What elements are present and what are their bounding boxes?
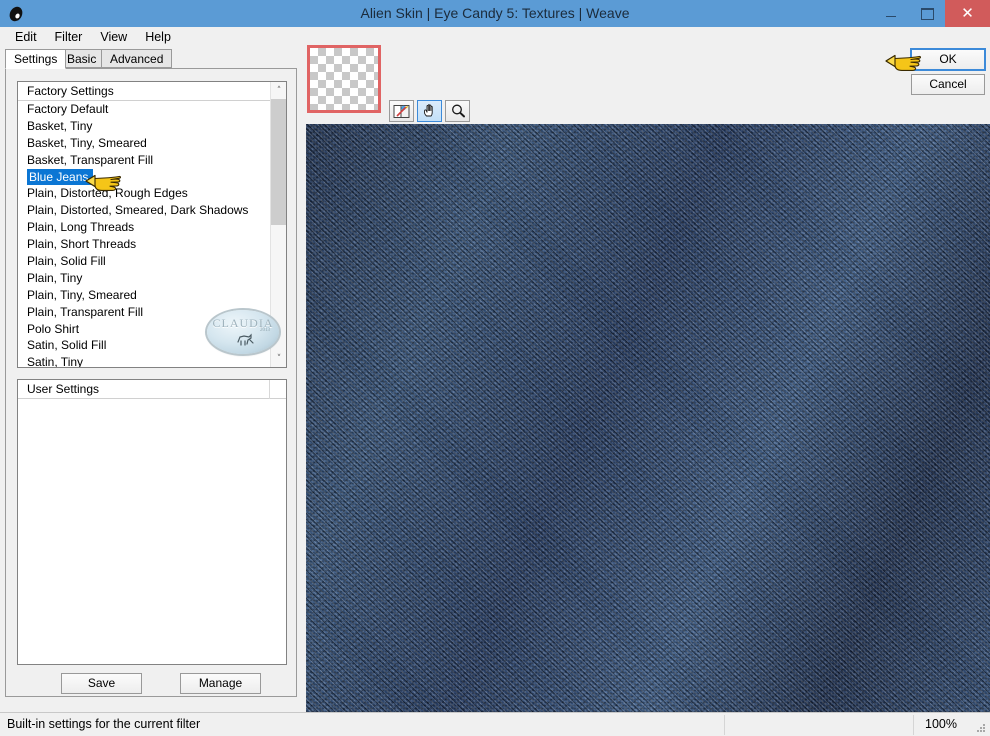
source-thumbnail[interactable] xyxy=(307,45,381,113)
hand-pan-tool-button[interactable] xyxy=(417,100,442,122)
user-settings-box[interactable]: User Settings xyxy=(17,379,287,665)
list-item[interactable]: Plain, Long Threads xyxy=(18,219,270,236)
texture-preview-canvas[interactable] xyxy=(306,124,990,712)
menu-bar: Edit Filter View Help xyxy=(0,27,990,47)
minimize-icon xyxy=(886,16,896,17)
list-item-selected-row[interactable]: Blue Jeans xyxy=(18,168,270,186)
cancel-button[interactable]: Cancel xyxy=(911,74,985,95)
maximize-icon xyxy=(920,7,934,20)
settings-action-buttons: Save Manage xyxy=(17,673,287,695)
claudia-watermark-subtext: 2013 xyxy=(260,328,270,333)
claudia-watermark: CLAUDIA 2013 xyxy=(207,310,279,354)
resize-grip-icon[interactable] xyxy=(977,724,987,734)
denim-noise-overlay xyxy=(306,124,990,712)
status-message: Built-in settings for the current filter xyxy=(7,717,201,731)
user-settings-divider xyxy=(269,380,270,399)
window-controls: ✕ xyxy=(873,0,990,27)
eye-candy-weave-window: Alien Skin | Eye Candy 5: Textures | Wea… xyxy=(0,0,990,736)
tab-strip: Settings Basic Advanced xyxy=(5,49,295,69)
save-button[interactable]: Save xyxy=(61,673,142,694)
status-separator-1 xyxy=(724,715,725,735)
scroll-up-icon[interactable]: ˄ xyxy=(271,82,286,99)
window-title: Alien Skin | Eye Candy 5: Textures | Wea… xyxy=(360,5,630,21)
zoom-level-label: 100% xyxy=(925,717,957,731)
factory-settings-header: Factory Settings xyxy=(18,82,286,101)
close-icon: ✕ xyxy=(961,4,974,22)
list-item[interactable]: Factory Default xyxy=(18,101,270,118)
list-item[interactable]: Plain, Distorted, Rough Edges xyxy=(18,185,270,202)
scrollbar-thumb[interactable] xyxy=(271,99,286,225)
preview-toolbar xyxy=(389,100,470,122)
list-item[interactable]: Basket, Tiny xyxy=(18,118,270,135)
menu-edit[interactable]: Edit xyxy=(6,28,46,46)
tab-advanced[interactable]: Advanced xyxy=(101,49,173,68)
status-bar: Built-in settings for the current filter… xyxy=(0,712,990,736)
minimize-button[interactable] xyxy=(873,0,909,27)
hand-icon xyxy=(423,104,433,117)
title-bar: Alien Skin | Eye Candy 5: Textures | Wea… xyxy=(0,0,990,27)
list-item[interactable]: Plain, Solid Fill xyxy=(18,253,270,270)
close-button[interactable]: ✕ xyxy=(945,0,990,27)
tab-settings[interactable]: Settings xyxy=(5,49,67,69)
compare-preview-tool-button[interactable] xyxy=(389,100,414,122)
menu-filter[interactable]: Filter xyxy=(46,28,92,46)
maximize-button[interactable] xyxy=(909,0,945,27)
settings-panel: Factory Settings Factory Default Basket,… xyxy=(5,68,297,697)
menu-view[interactable]: View xyxy=(91,28,136,46)
dog-figure-icon xyxy=(235,331,254,347)
magnifier-icon xyxy=(451,104,465,118)
zoom-magnifier-tool-button[interactable] xyxy=(445,100,470,122)
compare-preview-icon xyxy=(393,104,410,118)
factory-settings-box: Factory Settings Factory Default Basket,… xyxy=(17,81,287,368)
menu-help[interactable]: Help xyxy=(136,28,180,46)
list-item[interactable]: Basket, Transparent Fill xyxy=(18,152,270,169)
list-item[interactable]: Plain, Short Threads xyxy=(18,236,270,253)
manage-button[interactable]: Manage xyxy=(180,673,261,694)
list-item[interactable]: Basket, Tiny, Smeared xyxy=(18,135,270,152)
denim-weave-texture xyxy=(306,124,990,712)
user-settings-header: User Settings xyxy=(18,380,286,399)
status-separator-2 xyxy=(913,715,914,735)
list-item[interactable]: Satin, Tiny xyxy=(18,354,270,367)
list-item[interactable]: Plain, Tiny xyxy=(18,270,270,287)
list-item[interactable]: Plain, Distorted, Smeared, Dark Shadows xyxy=(18,202,270,219)
ok-button[interactable]: OK xyxy=(910,48,986,71)
list-item[interactable]: Plain, Tiny, Smeared xyxy=(18,287,270,304)
scroll-down-icon[interactable]: ˅ xyxy=(271,350,286,367)
